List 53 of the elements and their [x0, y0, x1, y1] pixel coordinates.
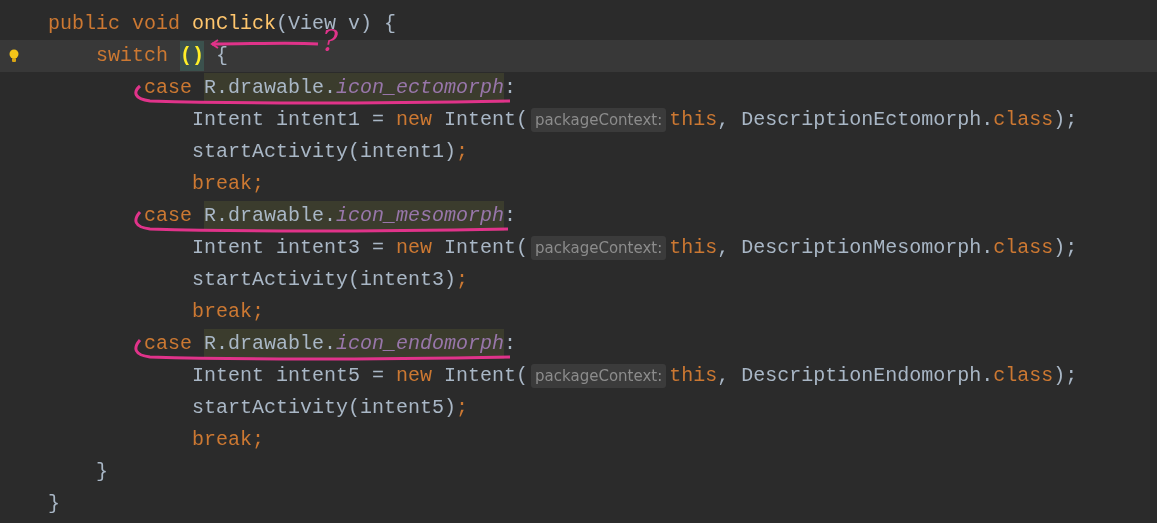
- code-token: case: [143, 75, 194, 101]
- code-token: new: [396, 235, 434, 261]
- code-token: break;: [191, 427, 265, 453]
- code-token: }: [95, 459, 108, 485]
- code-token: ;: [456, 267, 469, 293]
- code-token: public void: [48, 11, 182, 37]
- code-token: case: [143, 203, 194, 229]
- code-token: icon_ectomorph: [336, 73, 505, 103]
- code-token: icon_endomorph: [336, 329, 505, 359]
- code-token: startActivity(intent1): [191, 139, 457, 165]
- code-token: this: [669, 107, 718, 133]
- code-token: :: [504, 203, 517, 229]
- code-token: ;: [456, 395, 469, 421]
- code-token: Intent(: [444, 107, 529, 133]
- code-token: Intent(: [444, 235, 529, 261]
- code-token: new: [396, 107, 434, 133]
- code-token: , DescriptionMesomorph.: [717, 235, 994, 261]
- parameter-hint: packageContext:: [531, 364, 667, 388]
- code-token: );: [1053, 107, 1078, 133]
- code-token: new: [396, 363, 434, 389]
- code-token: {: [215, 43, 229, 69]
- code-token: R.drawable.: [204, 201, 337, 231]
- code-token: onClick: [192, 11, 277, 37]
- code-token: :: [504, 331, 517, 357]
- code-token: break;: [191, 171, 265, 197]
- code-token: case: [143, 331, 194, 357]
- code-token: ;: [456, 139, 469, 165]
- code-token: :: [504, 75, 517, 101]
- code-token: Intent intent5 =: [191, 363, 386, 389]
- lightbulb-icon[interactable]: [9, 49, 19, 63]
- code-token: );: [1053, 363, 1078, 389]
- code-token: class: [993, 363, 1054, 389]
- code-token: (): [180, 41, 205, 71]
- code-token: Intent intent1 =: [191, 107, 386, 133]
- code-token: }: [48, 491, 60, 517]
- code-token: , DescriptionEctomorph.: [717, 107, 994, 133]
- code-token: class: [993, 235, 1054, 261]
- code-token: switch: [95, 43, 170, 69]
- code-token: startActivity(intent3): [191, 267, 457, 293]
- code-token: this: [669, 363, 718, 389]
- parameter-hint: packageContext:: [531, 236, 667, 260]
- code-token: , DescriptionEndomorph.: [717, 363, 994, 389]
- parameter-hint: packageContext:: [531, 108, 667, 132]
- code-token: class: [993, 107, 1054, 133]
- code-token: Intent(: [444, 363, 529, 389]
- code-token: startActivity(intent5): [191, 395, 457, 421]
- code-token: R.drawable.: [204, 73, 337, 103]
- code-token: R.drawable.: [204, 329, 337, 359]
- code-token: icon_mesomorph: [336, 201, 505, 231]
- code-token: Intent intent3 =: [191, 235, 386, 261]
- code-token: break;: [191, 299, 265, 325]
- code-token: this: [669, 235, 718, 261]
- code-token: );: [1053, 235, 1078, 261]
